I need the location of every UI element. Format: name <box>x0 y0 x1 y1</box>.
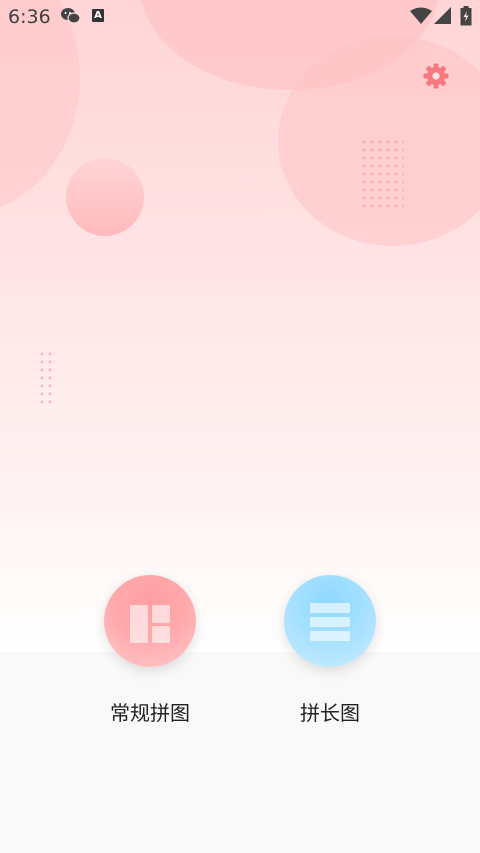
decorative-dots <box>360 138 404 210</box>
long-stack-icon <box>310 603 350 641</box>
wifi-icon <box>410 7 432 29</box>
regular-collage-button[interactable]: 常规拼图 <box>60 570 240 726</box>
a-notification-icon: A <box>92 9 104 22</box>
regular-collage-label: 常规拼图 <box>110 701 190 725</box>
decorative-blob <box>66 158 144 236</box>
long-image-label: 拼长图 <box>300 701 360 725</box>
status-time: 6:36 <box>8 6 51 28</box>
status-bar: 6:36 A <box>0 0 480 32</box>
long-image-circle[interactable] <box>284 575 376 667</box>
decorative-dots <box>38 350 56 408</box>
signal-icon <box>434 7 452 29</box>
long-image-button[interactable]: 拼长图 <box>240 570 420 726</box>
wechat-icon <box>60 7 82 29</box>
hero-background <box>0 0 480 652</box>
gear-icon[interactable] <box>422 62 450 90</box>
grid-collage-icon <box>130 605 170 643</box>
battery-charging-icon <box>460 6 472 30</box>
regular-collage-circle[interactable] <box>104 575 196 667</box>
